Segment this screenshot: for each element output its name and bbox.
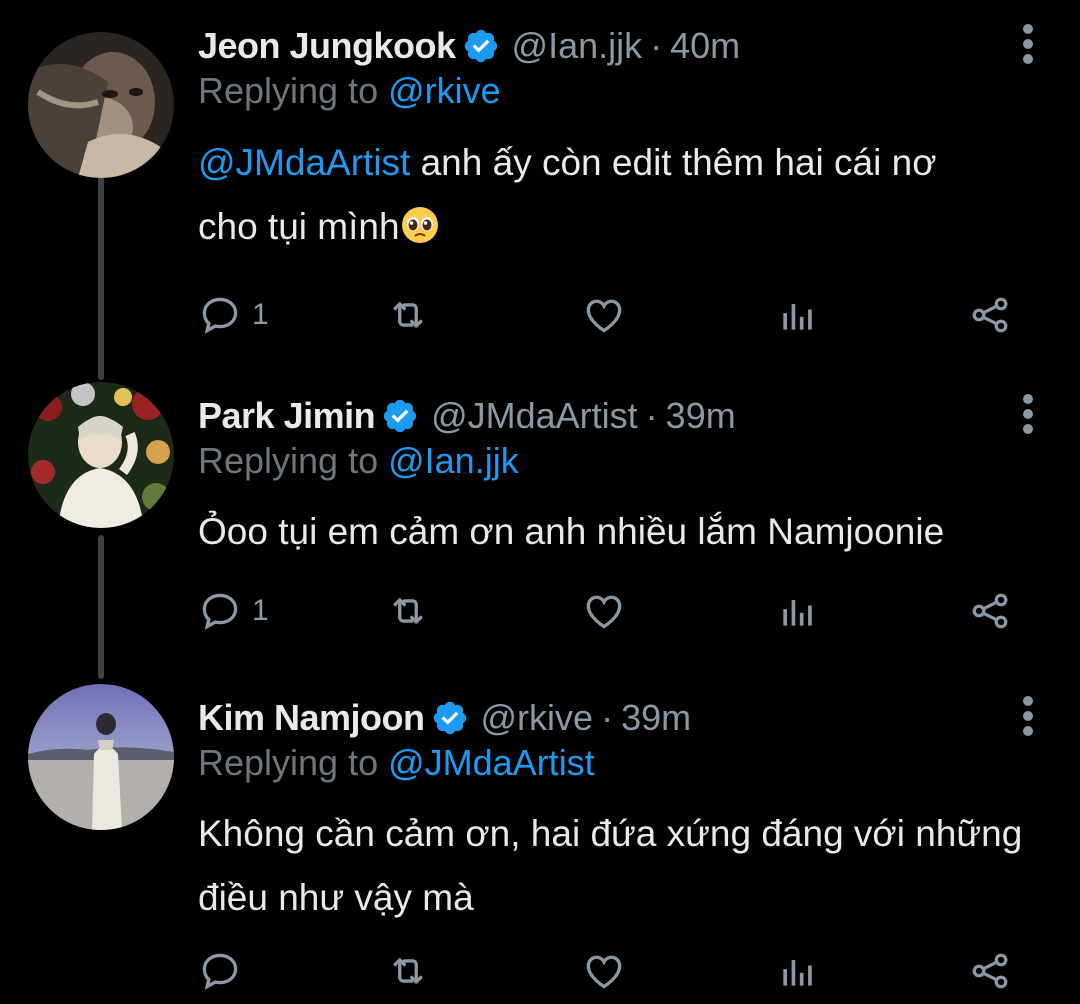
replying-to-line: Replying to @JMdaArtist: [198, 742, 595, 784]
retweet-icon: [393, 958, 423, 984]
tweet-text-line: cho tụi mình: [198, 206, 400, 247]
retweet-icon: [393, 302, 423, 328]
avatar[interactable]: [28, 32, 174, 178]
separator-dot: ·: [650, 25, 663, 66]
user-handle[interactable]: @rkive: [481, 697, 594, 739]
replying-to-mention[interactable]: @rkive: [388, 70, 501, 111]
retweet-icon: [393, 598, 423, 624]
analytics-button[interactable]: [776, 946, 820, 996]
retweet-button[interactable]: [386, 290, 430, 340]
like-icon: [586, 955, 622, 989]
share-icon: [972, 297, 1008, 333]
separator-dot: ·: [645, 395, 658, 436]
share-icon: [972, 593, 1008, 629]
retweet-button[interactable]: [386, 946, 430, 996]
display-name[interactable]: Park Jimin: [198, 395, 376, 437]
mention-link[interactable]: @JMdaArtist: [198, 142, 410, 183]
reply-count: 1: [252, 298, 269, 331]
tweet-header: Jeon Jungkook @Ian.jjk · 40m: [198, 16, 740, 76]
reply-icon: [202, 593, 238, 630]
replying-to-mention[interactable]: @JMdaArtist: [388, 742, 595, 783]
more-vertical-icon[interactable]: [1022, 696, 1034, 736]
like-button[interactable]: [582, 946, 626, 996]
replying-to-label: Replying to: [198, 70, 389, 111]
timestamp[interactable]: 39m: [621, 697, 691, 739]
verified-badge-icon: [383, 399, 417, 433]
analytics-icon: [783, 304, 812, 330]
replying-to-label: Replying to: [198, 440, 389, 481]
reply-icon: [202, 953, 238, 990]
share-button[interactable]: [968, 290, 1012, 340]
tweet-text-line: Không cần cảm ơn, hai đứa xứng đáng với …: [198, 813, 1023, 854]
verified-badge-icon: [464, 29, 497, 63]
display-name[interactable]: Jeon Jungkook: [198, 25, 456, 67]
retweet-button[interactable]: [386, 586, 430, 636]
timestamp[interactable]: 39m: [666, 395, 736, 437]
share-button[interactable]: [968, 586, 1012, 636]
replying-to-mention[interactable]: @Ian.jjk: [388, 440, 519, 481]
reply-button[interactable]: 1: [198, 290, 269, 340]
tweet-text-line: điều như vậy mà: [198, 877, 474, 918]
reply-count: 1: [252, 594, 269, 627]
tweet-text: Không cần cảm ơn, hai đứa xứng đáng với …: [198, 802, 1048, 930]
tweet-text: @JMdaArtist anh ấy còn edit thêm hai cái…: [198, 131, 1048, 259]
share-button[interactable]: [968, 946, 1012, 996]
analytics-button[interactable]: [776, 290, 820, 340]
separator-dot: ·: [601, 697, 614, 738]
tweet-header: Kim Namjoon @rkive · 39m: [198, 688, 691, 748]
like-button[interactable]: [582, 586, 626, 636]
more-vertical-icon[interactable]: [1022, 394, 1034, 434]
pleading-face-emoji: [401, 207, 438, 243]
tweet-actions: [198, 946, 1028, 996]
analytics-icon: [783, 600, 812, 626]
tweet-text: Ỏoo tụi em cảm ơn anh nhiều lắm Namjooni…: [198, 500, 1048, 564]
analytics-icon: [783, 960, 812, 986]
tweet-text-line: Ỏoo tụi em cảm ơn anh nhiều lắm Namjooni…: [198, 511, 945, 552]
tweet-actions: 1: [198, 586, 1028, 636]
reply-icon: [202, 297, 238, 334]
avatar[interactable]: [28, 684, 174, 830]
reply-button[interactable]: 1: [198, 586, 269, 636]
tweet-jungkook[interactable]: Jeon Jungkook @Ian.jjk · 40m Replying to…: [0, 16, 1080, 346]
user-handle[interactable]: @Ian.jjk: [512, 25, 643, 67]
timestamp[interactable]: 40m: [670, 25, 740, 67]
replying-to-label: Replying to: [198, 742, 389, 783]
like-button[interactable]: [582, 290, 626, 340]
more-vertical-icon[interactable]: [1022, 24, 1034, 64]
like-icon: [586, 299, 622, 333]
tweet-actions: 1: [198, 290, 1028, 340]
tweet-header: Park Jimin @JMdaArtist · 39m: [198, 386, 736, 446]
replying-to-line: Replying to @rkive: [198, 70, 501, 112]
tweet-jimin[interactable]: Park Jimin @JMdaArtist · 39m Replying to…: [0, 382, 1080, 646]
avatar[interactable]: [28, 382, 174, 528]
replying-to-line: Replying to @Ian.jjk: [198, 440, 519, 482]
analytics-button[interactable]: [776, 586, 820, 636]
display-name[interactable]: Kim Namjoon: [198, 697, 425, 739]
tweet-namjoon[interactable]: Kim Namjoon @rkive · 39m Replying to @JM…: [0, 684, 1080, 1004]
like-icon: [586, 595, 622, 629]
user-handle[interactable]: @JMdaArtist: [431, 395, 638, 437]
verified-badge-icon: [433, 701, 466, 735]
reply-button[interactable]: [198, 946, 252, 996]
tweet-text-line: anh ấy còn edit thêm hai cái nơ: [410, 142, 937, 183]
share-icon: [972, 953, 1008, 989]
